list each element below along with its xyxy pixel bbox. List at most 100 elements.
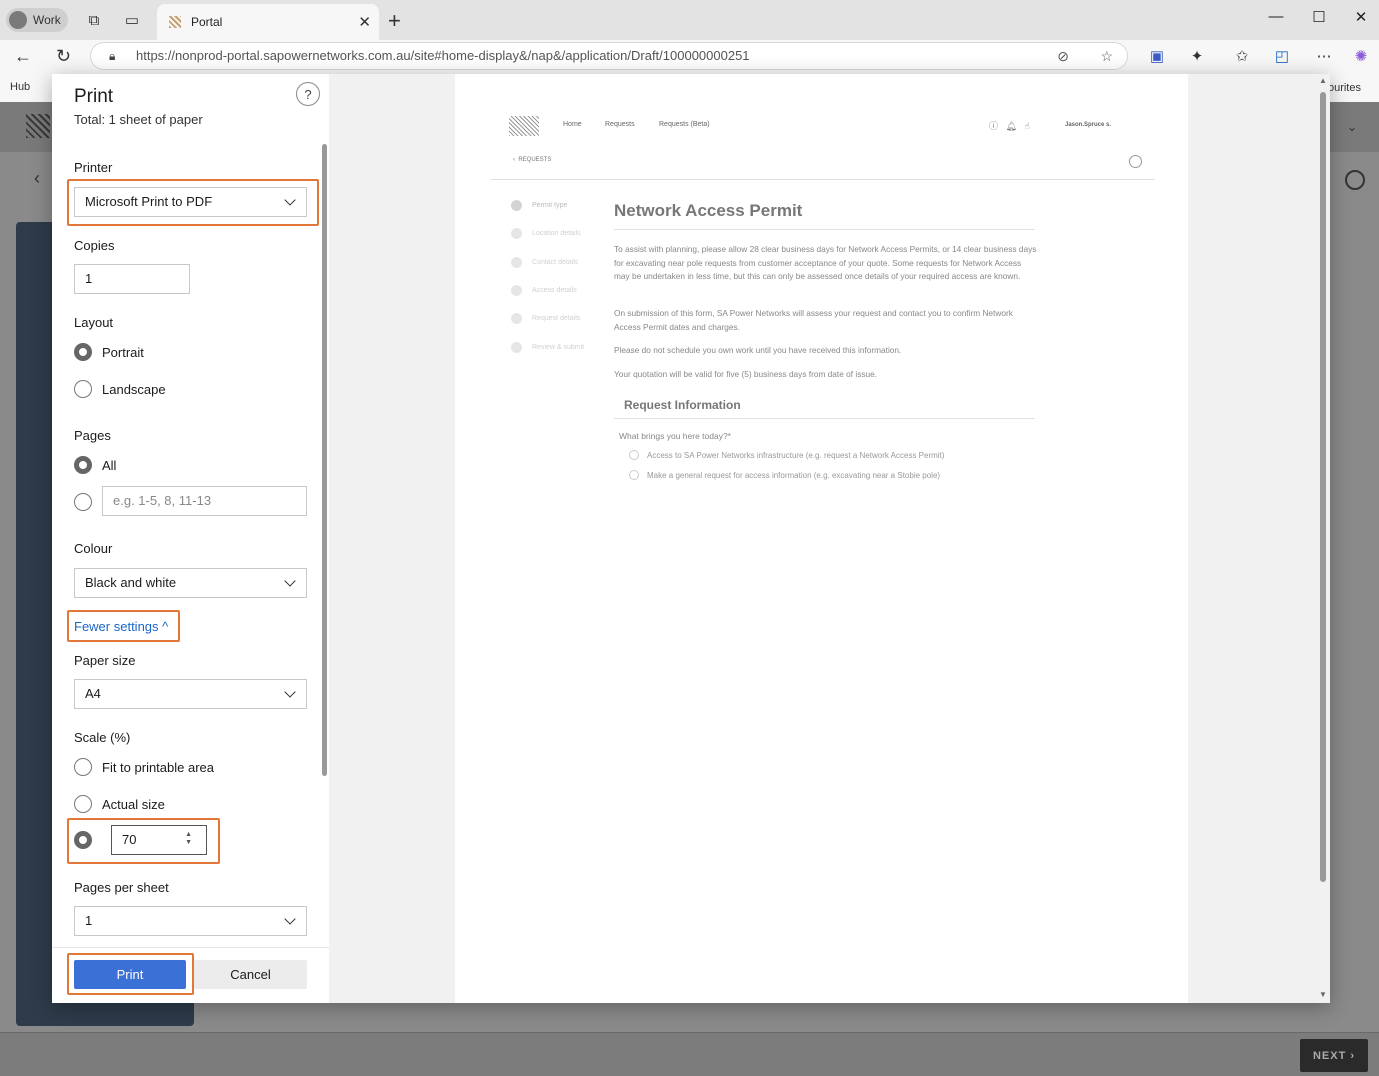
extensions-icon[interactable]: ✦ <box>1187 47 1207 65</box>
vertical-tabs-icon[interactable]: ▭ <box>122 10 142 30</box>
paper-size-select[interactable]: A4 <box>74 679 307 709</box>
preview-divider <box>614 229 1035 230</box>
preview-paragraph: Please do not schedule you own work unti… <box>614 345 902 355</box>
colour-select[interactable]: Black and white <box>74 568 307 598</box>
chevron-down-icon <box>284 913 296 925</box>
pages-all[interactable]: All <box>74 455 116 475</box>
dialog-title: Print <box>74 86 114 107</box>
help-icon[interactable]: ? <box>296 82 320 106</box>
preview-step: Access details <box>511 285 577 296</box>
radio[interactable] <box>74 380 92 398</box>
refresh-icon[interactable]: ↻ <box>56 46 71 67</box>
preview-nav-requests: Requests <box>605 121 635 128</box>
url-text: https://nonprod-portal.sapowernetworks.c… <box>136 48 750 63</box>
print-settings-panel: Print Total: 1 sheet of paper ? Printer … <box>52 74 329 1003</box>
scale-highlight <box>67 818 220 864</box>
collections-icon[interactable]: ◰ <box>1272 47 1292 65</box>
pages-label: Pages <box>74 428 111 443</box>
preview-paragraph: To assist with planning, please allow 28… <box>614 244 1037 281</box>
copies-label: Copies <box>74 238 115 253</box>
printer-label: Printer <box>74 160 113 175</box>
preview-divider <box>614 418 1035 419</box>
scroll-down-icon[interactable]: ▼ <box>1319 990 1327 999</box>
tab-bar: Work ⧉ ▭ Portal ✕ + — ☐ ✕ <box>0 0 1379 40</box>
paper-size-label: Paper size <box>74 653 136 668</box>
chevron-down-icon <box>284 686 296 698</box>
preview-user: Jason.Spruce s. <box>1065 122 1112 128</box>
radio[interactable] <box>74 493 92 511</box>
minimize-icon[interactable]: — <box>1266 8 1286 25</box>
preview-step: Contact details <box>511 257 578 268</box>
print-preview-sheet: Home Requests Requests (Beta) ⓘ 🔔︎ ☝︎ Ja… <box>455 74 1188 1003</box>
preview-section-title: Request Information <box>624 398 741 412</box>
avatar <box>9 11 27 29</box>
printer-highlight <box>67 179 319 226</box>
preview-divider <box>491 179 1155 180</box>
preview-logo <box>509 116 539 136</box>
scroll-up-icon[interactable]: ▲ <box>1319 76 1327 85</box>
scale-label: Scale (%) <box>74 730 131 745</box>
radio-selected[interactable] <box>74 343 92 361</box>
preview-option: Make a general request for access inform… <box>629 470 940 480</box>
scale-actual[interactable]: Actual size <box>74 794 165 814</box>
copies-input[interactable]: 1 <box>74 264 190 294</box>
next-button: NEXT › <box>1300 1039 1368 1072</box>
preview-paragraph: On submission of this form, SA Power Net… <box>614 308 1013 332</box>
preview-nav-requests-beta: Requests (Beta) <box>659 121 710 128</box>
radio[interactable] <box>74 758 92 776</box>
layout-label: Layout <box>74 315 114 330</box>
preview-circle-icon <box>1129 155 1142 168</box>
more-icon[interactable]: ⋯ <box>1314 47 1334 65</box>
preview-paragraph: Your quotation will be valid for five (5… <box>614 369 878 379</box>
preview-nav-home: Home <box>563 121 582 128</box>
profile-label: Work <box>33 13 61 27</box>
pages-per-sheet-label: Pages per sheet <box>74 880 169 895</box>
layout-landscape[interactable]: Landscape <box>74 379 166 399</box>
close-tab-icon[interactable]: ✕ <box>358 13 371 31</box>
preview-title: Network Access Permit <box>614 201 803 220</box>
scroll-thumb[interactable] <box>1320 92 1326 882</box>
url-field[interactable]: 🔒︎ https://nonprod-portal.sapowernetwork… <box>90 42 1128 70</box>
preview-option: Access to SA Power Networks infrastructu… <box>629 450 944 460</box>
pages-per-sheet-select[interactable]: 1 <box>74 906 307 936</box>
preview-header-icons: ⓘ 🔔︎ ☝︎ <box>989 121 1030 131</box>
favourites-icon[interactable]: ✩ <box>1232 47 1252 65</box>
pages-custom-radio[interactable] <box>74 492 102 512</box>
logo <box>26 114 50 138</box>
favourite-hub[interactable]: Hub <box>10 81 30 93</box>
tab-portal[interactable]: Portal ✕ <box>157 4 379 40</box>
tab-title: Portal <box>191 15 223 29</box>
preview-question: What brings you here today?* <box>619 431 731 441</box>
no-camera-icon[interactable]: ⊘ <box>1057 43 1069 69</box>
settings-scrollbar[interactable] <box>322 144 327 776</box>
cancel-button[interactable]: Cancel <box>194 960 307 989</box>
star-icon[interactable]: ☆ <box>1100 43 1113 69</box>
scale-fit[interactable]: Fit to printable area <box>74 757 214 777</box>
print-dialog: Print Total: 1 sheet of paper ? Printer … <box>52 74 1330 1003</box>
preview-step: Location details <box>511 228 581 239</box>
lock-icon: 🔒︎ <box>109 49 116 63</box>
extension-icon[interactable]: ▣ <box>1147 47 1167 65</box>
page-footer: NEXT › <box>0 1032 1379 1076</box>
preview-scrollbar[interactable]: ▲ ▼ <box>1316 74 1330 1003</box>
workspaces-icon[interactable]: ⧉ <box>84 10 104 30</box>
back-chevron-icon: ‹ <box>34 168 40 188</box>
divider <box>52 947 329 948</box>
close-window-icon[interactable]: ✕ <box>1351 8 1371 26</box>
back-icon[interactable]: ← <box>14 46 32 67</box>
address-bar-row: ← ↻ 🔒︎ https://nonprod-portal.sapowernet… <box>0 40 1379 74</box>
fewer-settings-highlight <box>67 610 180 642</box>
preview-step: Permit type <box>511 200 567 211</box>
radio-selected[interactable] <box>74 456 92 474</box>
new-tab-icon[interactable]: + <box>388 8 401 34</box>
maximize-icon[interactable]: ☐ <box>1309 8 1329 26</box>
copilot-icon[interactable]: ✺ <box>1351 47 1371 65</box>
profile-button[interactable]: Work <box>6 8 68 32</box>
preview-back-link: ‹ REQUESTS <box>513 157 552 163</box>
radio[interactable] <box>74 795 92 813</box>
pages-range-input[interactable]: e.g. 1-5, 8, 11-13 <box>102 486 307 516</box>
print-highlight <box>67 953 194 995</box>
preview-step: Review & submit <box>511 342 584 353</box>
favicon-icon <box>169 16 181 28</box>
layout-portrait[interactable]: Portrait <box>74 342 144 362</box>
